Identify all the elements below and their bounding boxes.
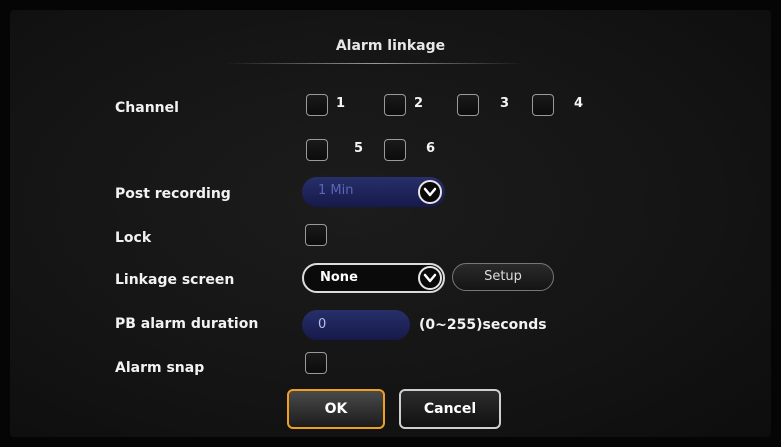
title-divider (225, 63, 525, 64)
channel-5-checkbox[interactable] (306, 139, 328, 161)
pb-alarm-duration-label: PB alarm duration (115, 316, 259, 332)
channel-2-label: 2 (414, 96, 424, 111)
channel-label: Channel (115, 100, 179, 116)
linkage-screen-label: Linkage screen (115, 272, 235, 288)
channel-3-checkbox[interactable] (457, 94, 479, 116)
channel-3-label: 3 (500, 96, 510, 111)
alarm-snap-label: Alarm snap (115, 360, 205, 376)
pb-alarm-duration-range: (0~255)seconds (419, 317, 547, 333)
lock-label: Lock (115, 230, 152, 246)
channel-4-checkbox[interactable] (532, 94, 554, 116)
dialog-title: Alarm linkage (335, 38, 446, 54)
ok-button[interactable]: OK (287, 389, 385, 429)
channel-6-checkbox[interactable] (384, 139, 406, 161)
cancel-button[interactable]: Cancel (399, 389, 501, 429)
channel-4-label: 4 (574, 96, 584, 111)
alarm-snap-checkbox[interactable] (305, 352, 327, 374)
setup-button[interactable]: Setup (452, 263, 554, 291)
post-recording-label: Post recording (115, 186, 231, 202)
channel-1-label: 1 (336, 96, 346, 111)
chevron-down-icon[interactable] (418, 180, 442, 204)
pb-alarm-duration-input[interactable]: 0 (302, 310, 410, 340)
chevron-down-icon[interactable] (418, 266, 442, 290)
channel-6-label: 6 (426, 141, 436, 156)
channel-5-label: 5 (354, 141, 364, 156)
lock-checkbox[interactable] (305, 224, 327, 246)
channel-1-checkbox[interactable] (306, 94, 328, 116)
channel-2-checkbox[interactable] (384, 94, 406, 116)
